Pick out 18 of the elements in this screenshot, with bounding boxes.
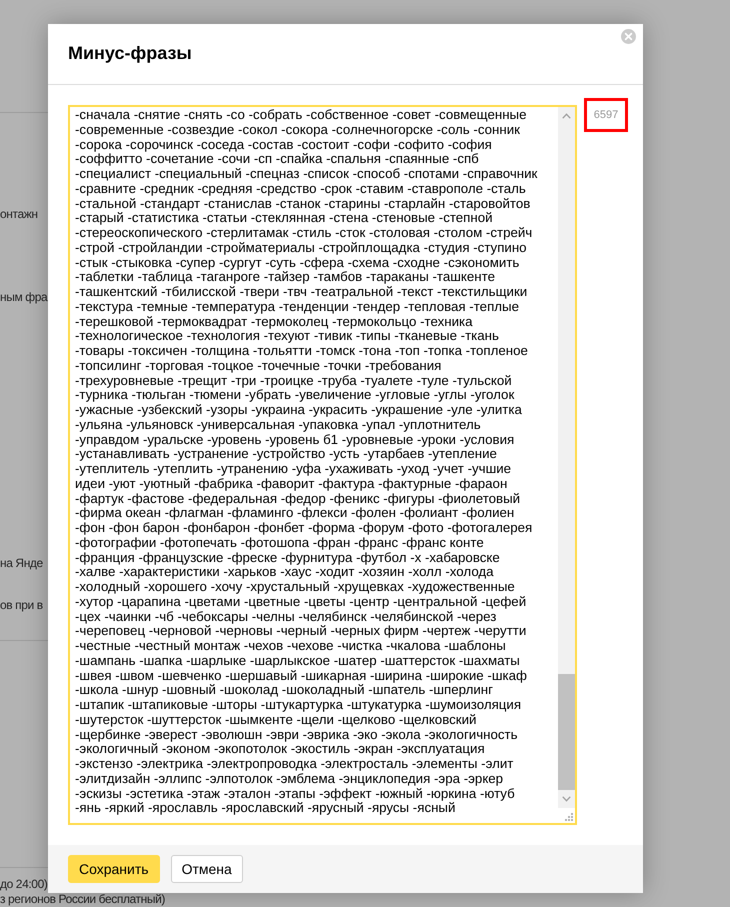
dialog-title: Минус-фразы bbox=[68, 43, 192, 65]
resize-grip-icon bbox=[564, 812, 573, 821]
background-text: з регионов России бесплатный) bbox=[0, 893, 166, 906]
minus-phrases-textarea[interactable]: -сначала -снятие -снять -со -собрать -собственное -совет -совмещенные -современные -созвездие -сокол -сокора -солнечногорске -соль -сонник -сорока -сорочинск -соседа -состав -состоит -софи -софито -софия -соффитто -сочетание -сочи -сп -спайка -спальня -спаянные -спб -специалист -специальный -спецназ -список -способ -спотами -справочник -сравните -средник -средняя -средство -срок -ставим -ставрополе -сталь -стальной -стандарт -станислав -станок -старины -старлайн -старовойтов -старый -статистика -статьи -стеклянная -стена -стеновые -степной -стереоскопического -стерлитамак -стиль -сток -столовая -столом -стрейч -строй -стройландии -стройматериалы -стройплощадка -студия -ступино -стык -стыковка -супер -сургут -суть -сфера -схема -сходне -сэкономить -таблетки -таблица -таганроге -тайзер -тамбов -тараканы -ташкенте -ташкентский -тбилисской -твери -твч -театральной -текст -текстильщики -текстура -темные -температура -тенденции -тендер -тепловая -теплые -терешковой -термоквадрат -термоколец -термокольцо -техника -технологическое -технология -техуют -тивик -типы -тканевые -ткань -товары -токсичен -толщина -тольятти -томск -тона -топ -топка -топленое -топсилинг -торговая -тоцкое -точечные -точки -требования -трехуровневые -трещит -три -троицке -труба -туалете -туле -тульской -турника -тюльган -тюмени -убрать -увеличение -угловые -углы -уголок -ужасные -узбекский -узоры -украина -украсить -украшение -уле -улитка -ульяна -ульяновск -универсальная -упаковка -упал -уплотнитель -управдом -уральске -уровень -уровень б1 -уровневые -уроки -условия -устанавливать -устранение -устройство -усть -утарбаев -утепление -утеплитель -утеплить -утранению -уфа -ухаживать -уход -учет -учшие идеи -уют -уютный -фабрика -фаворит -фактура -фактурные -фараон -фартук -фастове -федеральная -федор -феникс -фигуры -фиолетовый -фирма океан -флагман -фламинго -флекси -фолен -фолиант -фолиен -фон -фон барон -фонбарон -фонбет -форма -форум -фото -фотогалерея -фотографии -фотопечать -фотошопа -фран -франс -франс конте -франция -французские -фреске -фурнитура -футбол -х -хабаровске -халве -характеристики -харьков -хаус -ходит -хозяин -холл -холода -холодный -хорошего -хочу -хрустальный -хрущевках -художественные -хутор -царапина -цветами -цветные -цветы -центр -центральной -цефей -цех -чаинки -чб -чебоксары -челны -челябинск -челябинской -через -череповец -черновой -черновы -черный -черных фирм -чертеж -черутти -честные -честный монтаж -чехов -чехове -чистка -чкалова -шаблоны -шампань -шапка -шарлыке -шарлыкское -шатер -шаттерсток -шахматы -швея -швом -шевченко -шершавый -шикарная -ширина -широкие -шкаф -школа -шнур -шовный -шоколад -шоколадный -шпатель -шперлинг -штапик -штапиковые -шторы -штукартурка -штукатурка -шумоизоляция -шутерсток -шуттерсток -шымкенте -щели -щелково -щелковский -щербинке -эверест -эволюшн -эври -эврика -эко -экола -экологичность -экологичный -эконом -экопотолок -экостиль -экран -эксплуатация -экстензо -электрика -электропроводка -электросталь -элементы -элит -элитдизайн -эллипс -элпотолок -эмблема -энциклопедия -эра -эркер -эскизы -эстетика -этаж -эталон -этапы -эффект -южный -юркина -ютуб -янь -яркий -ярославль -ярославский -ярусный -ярусы -ясный bbox=[68, 105, 577, 825]
background-text: онтажн bbox=[0, 208, 38, 221]
background-text: ов при в bbox=[0, 599, 43, 612]
background-text: до 24:00) bbox=[0, 878, 48, 891]
character-count: 6597 bbox=[594, 110, 618, 120]
background-text: ным фра bbox=[0, 291, 48, 304]
scrollbar-thumb[interactable] bbox=[558, 674, 575, 790]
close-icon bbox=[621, 29, 636, 44]
save-button[interactable]: Сохранить bbox=[68, 855, 160, 883]
cancel-button[interactable]: Отмена bbox=[170, 855, 243, 883]
scroll-up-icon bbox=[562, 113, 571, 119]
scroll-down-icon bbox=[562, 796, 571, 802]
background-text: на Янде bbox=[0, 557, 43, 570]
close-button[interactable] bbox=[621, 29, 636, 44]
scrollbar[interactable] bbox=[558, 107, 575, 823]
